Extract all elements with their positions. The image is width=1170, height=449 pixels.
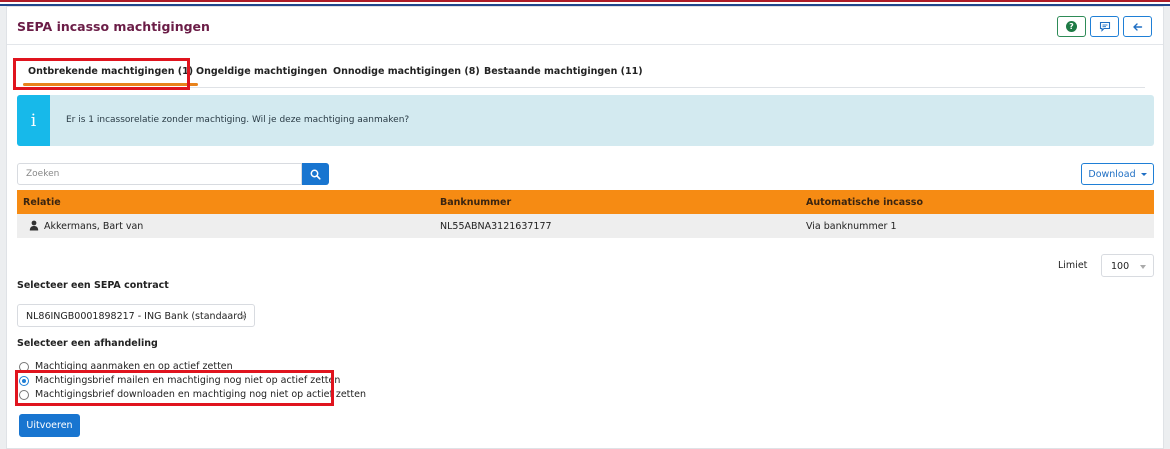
download-button[interactable]: Download [1081, 163, 1154, 185]
alert-text: Er is 1 incassorelatie zonder machtiging… [66, 115, 410, 125]
cell-relatie[interactable]: Akkermans, Bart van [44, 221, 143, 232]
contract-select[interactable]: NL86INGB0001898217 - ING Bank (standaard… [17, 304, 255, 327]
limit-select[interactable]: 100 [1101, 254, 1154, 277]
submit-button[interactable]: Uitvoeren [19, 414, 80, 437]
column-header-banknummer[interactable]: Banknummer [440, 197, 511, 208]
table-row[interactable]: Akkermans, Bart van NL55ABNA3121637177 V… [17, 214, 1154, 238]
download-label: Download [1088, 168, 1136, 180]
question-circle-icon: ? [1066, 21, 1077, 32]
main-panel: SEPA incasso machtigingen ? Ontbrekende … [6, 6, 1164, 449]
feedback-chat-icon [1099, 21, 1110, 32]
caret-down-icon [240, 315, 246, 319]
info-alert: i Er is 1 incassorelatie zonder machtigi… [17, 95, 1154, 146]
back-button[interactable] [1123, 16, 1152, 37]
contract-value: NL86INGB0001898217 - ING Bank (standaard… [26, 311, 247, 322]
highlight-box-options [15, 370, 334, 406]
tab-onnodige[interactable]: Onnodige machtigingen (8) [333, 66, 480, 77]
help-button[interactable]: ? [1057, 16, 1086, 37]
info-icon: i [17, 95, 50, 146]
column-header-incasso[interactable]: Automatische incasso [806, 197, 923, 208]
tab-bestaande[interactable]: Bestaande machtigingen (11) [484, 66, 643, 77]
contract-label: Selecteer een SEPA contract [17, 280, 169, 291]
limit-label: Limiet [1058, 260, 1088, 271]
arrow-left-icon [1133, 22, 1143, 31]
search-input[interactable] [17, 163, 302, 185]
page-title: SEPA incasso machtigingen [17, 19, 210, 34]
limit-value: 100 [1111, 261, 1130, 272]
tab-ongeldige[interactable]: Ongeldige machtigingen [196, 66, 327, 77]
cell-banknummer: NL55ABNA3121637177 [440, 221, 552, 232]
caret-down-icon [1140, 265, 1146, 269]
table-header: Relatie Banknummer Automatische incasso [17, 190, 1154, 214]
cell-incasso: Via banknummer 1 [806, 221, 897, 232]
relations-table: Relatie Banknummer Automatische incasso … [17, 190, 1154, 238]
highlight-box-tab [13, 58, 190, 90]
feedback-button[interactable] [1090, 16, 1119, 37]
page-header: SEPA incasso machtigingen ? [7, 7, 1163, 45]
column-header-relatie[interactable]: Relatie [23, 197, 61, 208]
handling-label: Selecteer een afhandeling [17, 338, 158, 349]
caret-down-icon [1140, 172, 1147, 176]
search-icon [310, 169, 321, 180]
person-icon [29, 220, 39, 231]
search-button[interactable] [302, 163, 329, 185]
